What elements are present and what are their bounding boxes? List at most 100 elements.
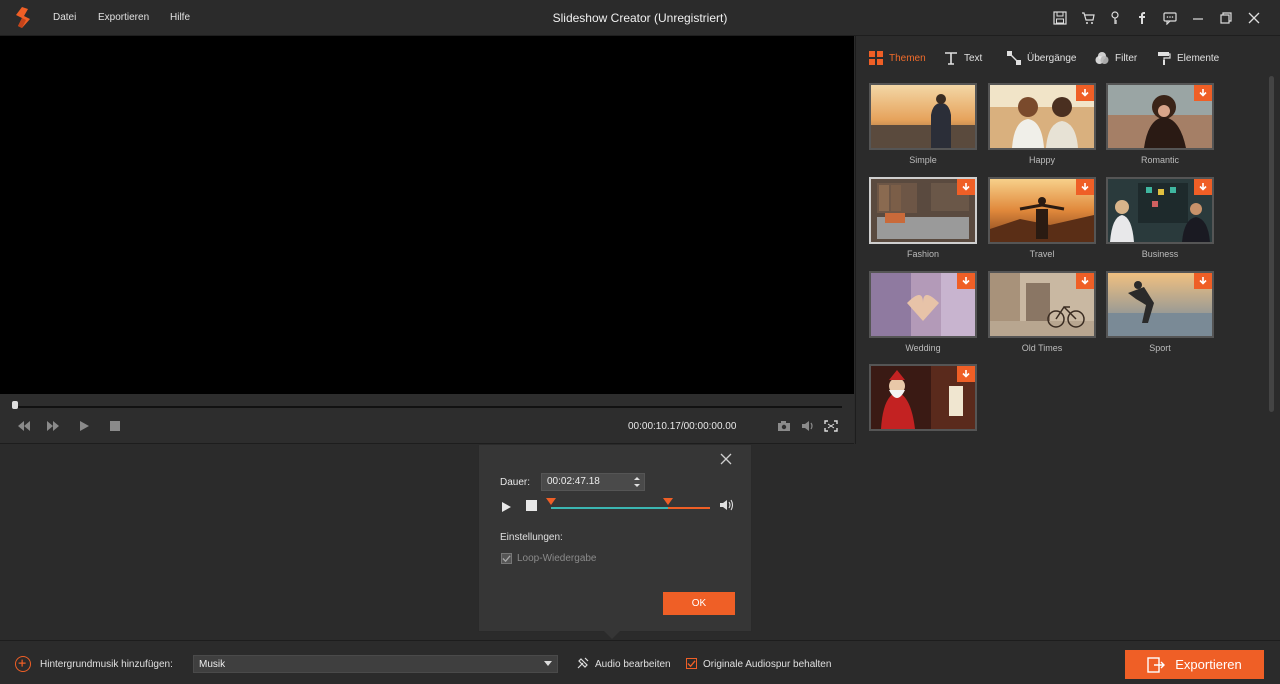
snapshot-icon[interactable] [776, 419, 792, 433]
music-select[interactable]: Musik [193, 655, 558, 673]
text-icon [945, 52, 957, 65]
download-icon[interactable] [1076, 273, 1094, 289]
volume-icon[interactable] [800, 419, 816, 433]
download-icon[interactable] [1076, 85, 1094, 101]
menu-datei[interactable]: Datei [53, 12, 76, 23]
settings-label: Einstellungen: [500, 532, 563, 543]
theme-wedding[interactable]: Wedding [869, 271, 977, 353]
stop-icon[interactable] [107, 419, 123, 433]
trim-end-marker[interactable] [663, 498, 673, 505]
progress-knob[interactable] [12, 401, 18, 409]
filter-icon [1095, 52, 1109, 64]
theme-label: Wedding [905, 343, 941, 353]
theme-business[interactable]: Business [1106, 177, 1214, 259]
download-icon[interactable] [957, 273, 975, 289]
download-icon[interactable] [1194, 85, 1212, 101]
theme-panel: Themen Text Übergänge Filter Elemente Si… [855, 36, 1280, 444]
export-label: Exportieren [1175, 657, 1242, 672]
tab-filter[interactable]: Filter [1095, 49, 1137, 67]
tab-label: Text [964, 52, 983, 64]
add-music-icon[interactable] [15, 656, 31, 672]
audio-edit-icon[interactable] [576, 656, 590, 670]
tab-label: Übergänge [1027, 52, 1077, 64]
trim-remaining-range[interactable] [668, 507, 710, 509]
theme-label: Sport [1149, 343, 1171, 353]
duration-input[interactable]: 00:02:47.18 [541, 473, 645, 491]
export-button[interactable]: Exportieren [1125, 650, 1264, 679]
theme-label: Fashion [906, 249, 940, 259]
music-select-value: Musik [199, 659, 226, 670]
theme-simple[interactable]: Simple [869, 83, 977, 165]
tab-label: Elemente [1177, 52, 1220, 64]
theme-label: Old Times [1021, 343, 1063, 353]
keep-original-label: Originale Audiospur behalten [703, 659, 832, 670]
fast-forward-icon[interactable] [45, 419, 61, 433]
app-logo [12, 6, 34, 30]
theme-label: Business [1141, 249, 1179, 259]
audio-edit-dialog: Dauer: 00:02:47.18 Einstellungen: Loop-W… [478, 444, 752, 632]
tab-label: Filter [1115, 52, 1138, 64]
theme-christmas[interactable] [869, 364, 977, 444]
duration-value: 00:02:47.18 [547, 476, 600, 487]
stop-icon[interactable] [526, 500, 537, 511]
theme-label: Travel [1029, 249, 1055, 259]
bottom-bar: Hintergrundmusik hinzufügen: Musik Audio… [0, 640, 1280, 684]
close-icon[interactable] [718, 451, 734, 467]
video-preview [0, 36, 854, 394]
theme-travel[interactable]: Travel [988, 177, 1096, 259]
menu-hilfe[interactable]: Hilfe [170, 12, 190, 23]
loop-checkbox[interactable] [501, 553, 512, 564]
title-bar: Datei Exportieren Hilfe Slideshow Creato… [0, 0, 1280, 36]
spinner-icon[interactable] [633, 475, 641, 489]
progress-track[interactable] [14, 406, 842, 408]
ok-button[interactable]: OK [663, 592, 735, 615]
key-icon[interactable] [1106, 9, 1124, 27]
rewind-icon[interactable] [16, 419, 32, 433]
paint-roller-icon [1158, 52, 1171, 65]
theme-sport[interactable]: Sport [1106, 271, 1214, 353]
tab-label: Themen [889, 52, 926, 64]
theme-old-times[interactable]: Old Times [988, 271, 1096, 353]
theme-label: Simple [909, 155, 937, 165]
menu-exportieren[interactable]: Exportieren [98, 12, 149, 23]
loop-label: Loop-Wiedergabe [517, 553, 597, 564]
play-icon[interactable] [76, 419, 92, 433]
theme-romantic[interactable]: Romantic [1106, 83, 1214, 165]
player-controls: 00:00:10.17/00:00:00.00 [0, 394, 854, 444]
audio-edit-label[interactable]: Audio bearbeiten [595, 659, 671, 670]
volume-icon[interactable] [719, 498, 735, 512]
play-icon[interactable] [500, 500, 512, 512]
grid-icon [869, 51, 883, 65]
download-icon[interactable] [1194, 179, 1212, 195]
tab-text[interactable]: Text [944, 49, 982, 67]
feedback-icon[interactable] [1161, 9, 1179, 27]
save-icon[interactable] [1051, 9, 1069, 27]
chevron-down-icon [544, 661, 552, 666]
fullscreen-icon[interactable] [823, 419, 839, 433]
cart-icon[interactable] [1079, 9, 1097, 27]
close-icon[interactable] [1245, 9, 1263, 27]
theme-thumbnail [869, 83, 977, 150]
trim-selected-range[interactable] [551, 507, 668, 509]
minimize-icon[interactable] [1189, 9, 1207, 27]
keep-original-checkbox[interactable] [686, 658, 697, 669]
theme-label: Romantic [1140, 155, 1179, 165]
restore-icon[interactable] [1217, 9, 1235, 27]
download-icon[interactable] [1076, 179, 1094, 195]
download-icon[interactable] [957, 179, 975, 195]
theme-happy[interactable]: Happy [988, 83, 1096, 165]
trim-start-marker[interactable] [546, 498, 556, 505]
tab-themen[interactable]: Themen [869, 49, 926, 67]
export-icon [1147, 656, 1166, 673]
duration-label: Dauer: [500, 477, 531, 488]
add-music-label: Hintergrundmusik hinzufügen: [40, 659, 173, 670]
theme-scrollbar[interactable] [1269, 76, 1274, 412]
download-icon[interactable] [957, 366, 975, 382]
facebook-icon[interactable] [1133, 9, 1151, 27]
download-icon[interactable] [1194, 273, 1212, 289]
tab-uebergaenge[interactable]: Übergänge [1007, 49, 1076, 67]
transition-icon [1007, 51, 1021, 65]
theme-fashion[interactable]: Fashion [869, 177, 977, 259]
tab-elemente[interactable]: Elemente [1157, 49, 1219, 67]
timecode: 00:00:10.17/00:00:00.00 [628, 421, 737, 432]
